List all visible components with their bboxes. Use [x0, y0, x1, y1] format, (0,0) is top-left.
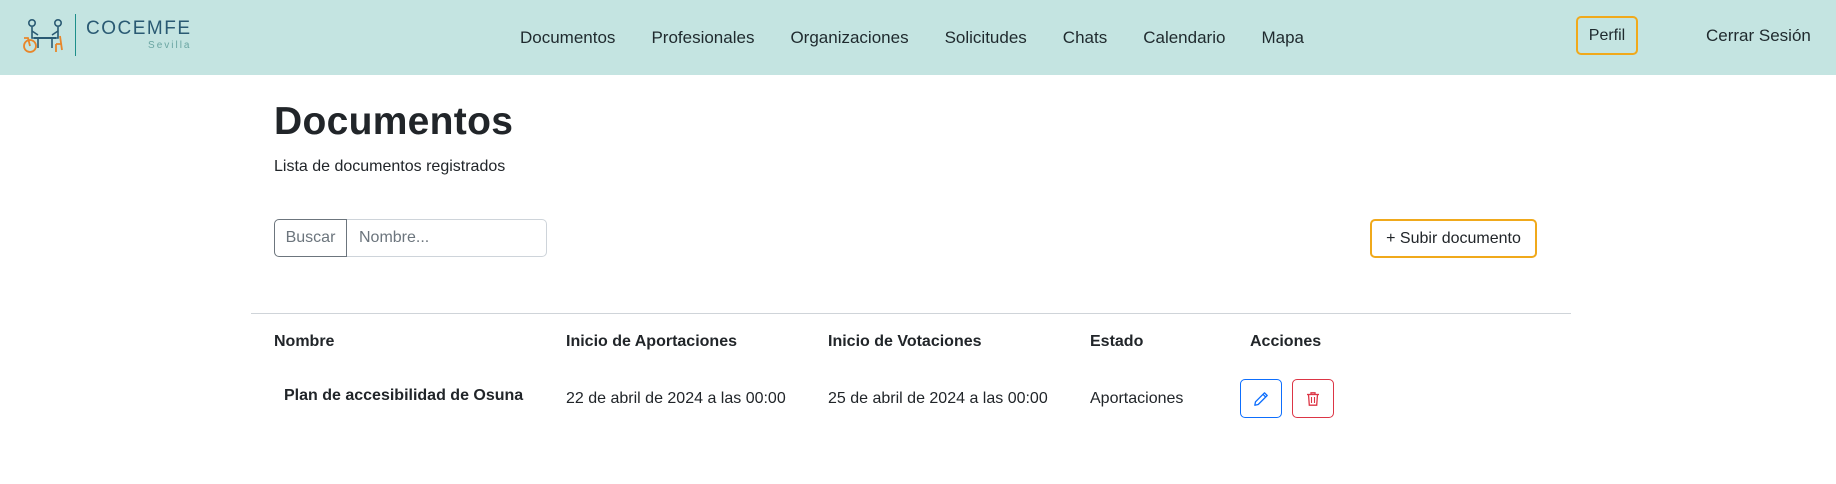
- trash-icon: [1307, 391, 1319, 406]
- document-aportaciones-date: 22 de abril de 2024 a las 00:00: [566, 390, 786, 407]
- cocemfe-logo-icon: [23, 19, 63, 53]
- page-subtitle: Lista de documentos registrados: [274, 158, 506, 175]
- brand-text: COCEMFE Sevilla: [86, 18, 192, 52]
- navbar: COCEMFE Sevilla Documentos Profesionales…: [0, 0, 1836, 75]
- document-name[interactable]: Plan de accesibilidad de Osuna: [284, 387, 523, 405]
- brand-title: COCEMFE: [86, 18, 192, 39]
- pencil-icon: [1254, 391, 1268, 406]
- main-nav: Documentos Profesionales Organizaciones …: [520, 0, 1340, 75]
- search-button[interactable]: Buscar: [274, 219, 347, 257]
- nav-link-chats[interactable]: Chats: [1063, 28, 1107, 48]
- nav-link-mapa[interactable]: Mapa: [1261, 28, 1304, 48]
- profile-button[interactable]: Perfil: [1576, 16, 1638, 55]
- edit-button[interactable]: [1240, 379, 1282, 418]
- column-header-nombre: Nombre: [274, 333, 335, 350]
- table-top-divider: [251, 313, 1571, 314]
- search-input[interactable]: [347, 219, 547, 257]
- nav-link-solicitudes[interactable]: Solicitudes: [945, 28, 1027, 48]
- column-header-acciones: Acciones: [1250, 333, 1322, 350]
- logout-link[interactable]: Cerrar Sesión: [1706, 26, 1811, 46]
- nav-link-profesionales[interactable]: Profesionales: [651, 28, 754, 48]
- document-votaciones-date: 25 de abril de 2024 a las 00:00: [828, 390, 1048, 407]
- page-title: Documentos: [274, 100, 514, 143]
- search-group: Buscar: [274, 219, 547, 257]
- column-header-inicio-aportaciones: Inicio de Aportaciones: [566, 333, 737, 350]
- upload-document-button[interactable]: + Subir documento: [1370, 219, 1537, 258]
- nav-link-documentos[interactable]: Documentos: [520, 28, 615, 48]
- column-header-inicio-votaciones: Inicio de Votaciones: [828, 333, 982, 350]
- document-status: Aportaciones: [1090, 390, 1184, 407]
- nav-link-organizaciones[interactable]: Organizaciones: [790, 28, 908, 48]
- brand-subtitle: Sevilla: [148, 40, 192, 51]
- brand-logo[interactable]: COCEMFE Sevilla: [22, 12, 192, 58]
- brand-separator: [75, 14, 76, 56]
- column-header-estado: Estado: [1090, 333, 1144, 350]
- delete-button[interactable]: [1292, 379, 1334, 418]
- nav-link-calendario[interactable]: Calendario: [1143, 28, 1225, 48]
